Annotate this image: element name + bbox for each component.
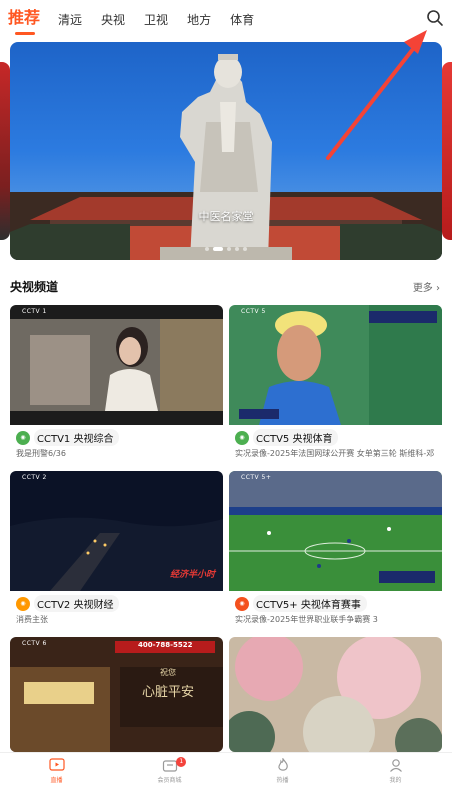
tab-satellite[interactable]: 卫视 xyxy=(144,11,168,29)
carousel-dot xyxy=(205,247,209,251)
cctv-icon: ◉ xyxy=(16,430,30,445)
nav-label: 会员商城 xyxy=(157,777,182,784)
carousel-dot xyxy=(227,247,231,251)
channel-title-row: ◉ CCTV5 央视体育 xyxy=(235,429,339,446)
channel-name: CCTV5+ 央视体育赛事 xyxy=(253,595,367,612)
statue-image xyxy=(10,54,442,260)
channel-card-cctv5[interactable]: CCTV 5 ◉ CCTV5 央视体育 实况录像-2025年法国网球公开赛 女单… xyxy=(229,305,442,463)
channel-thumbnail: CCTV 5 xyxy=(229,305,442,425)
carousel-dot xyxy=(243,247,247,251)
tab-qingyuan[interactable]: 清远 xyxy=(58,11,82,29)
channel-thumbnail: CCTV 1 xyxy=(10,305,223,425)
channel-title-row: ◉ CCTV1 央视综合 xyxy=(16,429,120,446)
banner-carousel[interactable]: 中医名家堂 xyxy=(0,42,452,260)
channel-thumbnail xyxy=(229,637,442,752)
channel-logo: CCTV 5 xyxy=(241,308,266,315)
ad-slogan: 心脏平安 xyxy=(142,685,195,700)
notification-badge: 1 xyxy=(176,757,187,767)
banner-caption: 中医名家堂 xyxy=(198,210,254,223)
carousel-dot-active xyxy=(213,247,223,251)
carousel-indicator xyxy=(10,247,442,251)
channel-card-6[interactable] xyxy=(229,637,442,752)
program-logo: 经济半小时 xyxy=(169,570,215,580)
current-program: 消费主张 xyxy=(16,615,48,624)
user-icon xyxy=(389,759,402,772)
shop-icon xyxy=(162,760,177,772)
channel-logo: CCTV 6 xyxy=(22,640,47,647)
tab-cctv[interactable]: 央视 xyxy=(101,11,125,29)
tab-recommend[interactable]: 推荐 xyxy=(8,7,40,35)
nav-label: 热播 xyxy=(276,777,289,784)
tv-icon xyxy=(48,758,65,771)
channel-thumbnail: CCTV 6 400-788-5522 祝您 心脏平安 xyxy=(10,637,223,752)
cctv-icon: ◉ xyxy=(16,596,30,611)
nav-hot[interactable]: 热播 xyxy=(226,753,339,789)
nav-mine[interactable]: 我的 xyxy=(339,753,452,789)
carousel-dot xyxy=(235,247,239,251)
channel-logo: CCTV 5+ xyxy=(241,474,272,481)
section-title: 央视频道 xyxy=(10,280,59,294)
ad-phone: 400-788-5522 xyxy=(138,641,193,649)
cctv-icon: ◉ xyxy=(235,430,249,445)
channel-thumbnail: CCTV 5+ xyxy=(229,471,442,591)
channel-card-cctv1[interactable]: CCTV 1 ◉ CCTV1 央视综合 我是刑警6/36 xyxy=(10,305,223,463)
current-program: 实况录像-2025年法国网球公开赛 女单第三轮 斯维科-邓 xyxy=(235,449,435,458)
channel-name: CCTV1 央视综合 xyxy=(34,429,120,446)
more-link[interactable]: 更多 › xyxy=(413,279,440,294)
channel-logo: CCTV 1 xyxy=(22,308,47,315)
tab-sports[interactable]: 体育 xyxy=(230,11,254,29)
top-tab-bar: 推荐 清远 央视 卫视 地方 体育 xyxy=(0,0,452,38)
current-program: 我是刑警6/36 xyxy=(16,449,66,458)
ad-slogan-small: 祝您 xyxy=(160,668,176,677)
channel-title-row: ◉ CCTV2 央视财经 xyxy=(16,595,120,612)
bottom-navigation: 直播 1 会员商城 热播 我的 xyxy=(0,752,452,789)
channel-thumbnail: CCTV 2 经济半小时 xyxy=(10,471,223,591)
tab-local[interactable]: 地方 xyxy=(187,11,211,29)
channel-card-cctv5plus[interactable]: CCTV 5+ ◉ CCTV5+ 央视体育赛事 实况录像-2025年世界职业联手… xyxy=(229,471,442,629)
nav-live[interactable]: 直播 xyxy=(0,753,113,789)
nav-label: 直播 xyxy=(50,777,63,784)
banner-slide[interactable]: 中医名家堂 xyxy=(10,42,442,260)
category-tabs: 推荐 清远 央视 卫视 地方 体育 xyxy=(8,7,273,35)
channel-logo: CCTV 2 xyxy=(22,474,47,481)
current-program: 实况录像-2025年世界职业联手争霸赛 3 xyxy=(235,615,378,624)
nav-shop[interactable]: 1 会员商城 xyxy=(113,753,226,789)
channel-name: CCTV5 央视体育 xyxy=(253,429,339,446)
channel-card-cctv6[interactable]: CCTV 6 400-788-5522 祝您 心脏平安 xyxy=(10,637,223,752)
channel-card-cctv2[interactable]: CCTV 2 经济半小时 ◉ CCTV2 央视财经 消费主张 xyxy=(10,471,223,629)
channel-name: CCTV2 央视财经 xyxy=(34,595,120,612)
banner-prev-peek[interactable] xyxy=(0,62,10,240)
nav-label: 我的 xyxy=(389,777,402,784)
search-icon[interactable] xyxy=(426,9,444,27)
cctv-icon: ◉ xyxy=(235,596,249,611)
fire-icon xyxy=(277,758,288,771)
banner-next-peek[interactable] xyxy=(442,62,452,240)
channel-title-row: ◉ CCTV5+ 央视体育赛事 xyxy=(235,595,367,612)
